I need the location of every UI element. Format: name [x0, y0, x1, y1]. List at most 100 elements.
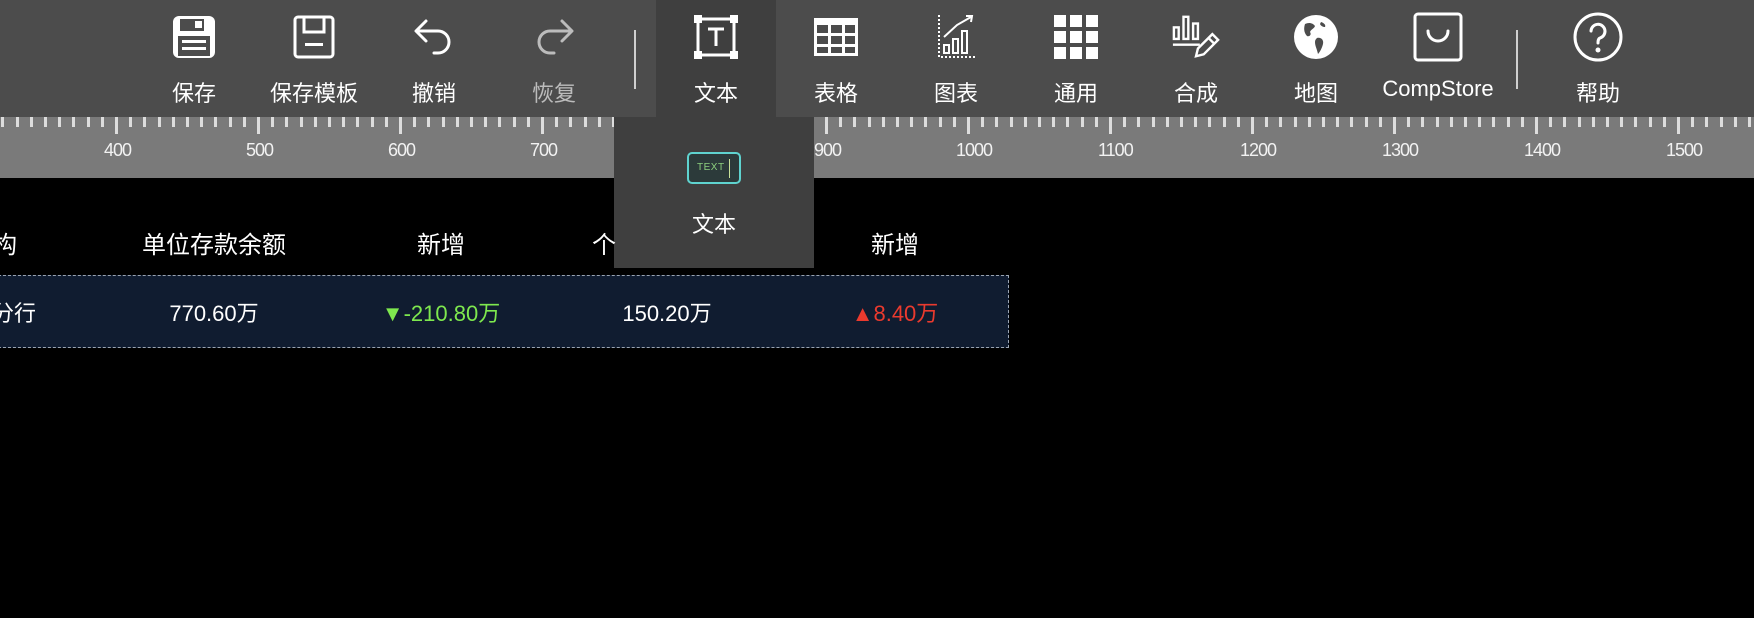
ruler-minor-tick: [526, 117, 530, 127]
save-template-button[interactable]: 保存模板: [264, 0, 364, 117]
ruler-minor-tick: [413, 117, 417, 127]
ruler-minor-tick: [1506, 117, 1510, 127]
ruler-minor-tick: [1222, 117, 1226, 127]
ruler-minor-tick: [129, 117, 133, 127]
ruler-minor-tick: [44, 117, 47, 127]
ruler-minor-tick: [1, 117, 5, 127]
main-toolbar: 保存 保存模板 撤销 恢复 文本 表格 图表 通用 合成 地图 CompStor…: [0, 0, 1754, 117]
ruler-minor-tick: [1208, 117, 1212, 127]
ruler-label: 900: [814, 140, 842, 160]
ruler-minor-tick: [1705, 117, 1709, 127]
ruler-minor-tick: [370, 117, 374, 127]
ruler-minor-tick: [1293, 117, 1297, 127]
ruler-minor-tick: [1052, 117, 1056, 127]
up-triangle-icon: ▲: [851, 301, 874, 326]
ruler-minor-tick: [498, 117, 502, 127]
ruler-major-tick: [257, 117, 260, 134]
save-button[interactable]: 保存: [164, 0, 224, 117]
undo-arrow-icon: [409, 12, 459, 62]
general-tool-button[interactable]: 通用: [1046, 0, 1106, 117]
cell-org: 分行: [0, 301, 37, 326]
ruler-label: 1300: [1382, 140, 1419, 160]
ruler-minor-tick: [1662, 117, 1666, 127]
ruler-minor-tick: [1748, 117, 1751, 127]
ruler-minor-tick: [1563, 117, 1567, 127]
ruler-minor-tick: [981, 117, 985, 127]
ruler-minor-tick: [583, 117, 587, 127]
ruler-minor-tick: [1123, 117, 1127, 127]
table-tool-label: 表格: [813, 81, 858, 106]
ruler-minor-tick: [1180, 117, 1183, 127]
map-tool-button[interactable]: 地图: [1286, 0, 1346, 117]
ruler-minor-tick: [200, 117, 204, 127]
undo-button[interactable]: 撤销: [404, 0, 464, 117]
ruler-minor-tick: [995, 117, 999, 127]
chart-pencil-icon: [1171, 12, 1221, 62]
ruler-label: 500: [246, 140, 274, 160]
ruler-minor-tick: [1137, 117, 1141, 127]
text-chip-label: TEXT: [697, 162, 725, 173]
ruler-minor-tick: [952, 117, 956, 127]
help-button[interactable]: 帮助: [1568, 0, 1628, 117]
ruler-minor-tick: [555, 117, 559, 127]
globe-icon: [1291, 12, 1341, 62]
ruler-minor-tick: [186, 117, 189, 127]
ruler-major-tick: [967, 117, 970, 134]
ruler-minor-tick: [1421, 117, 1425, 127]
ruler-major-tick: [399, 117, 402, 134]
ruler-major-tick: [1109, 117, 1112, 134]
floppy-disk-outline-icon: [289, 12, 339, 62]
ruler-minor-tick: [1464, 117, 1467, 127]
ruler-minor-tick: [1407, 117, 1411, 127]
ruler-minor-tick: [157, 117, 161, 127]
ruler-minor-tick: [1094, 117, 1098, 127]
ruler-minor-tick: [1606, 117, 1609, 127]
ruler-minor-tick: [1478, 117, 1482, 127]
ruler-minor-tick: [924, 117, 928, 127]
ruler-minor-tick: [427, 117, 431, 127]
shopping-bag-icon: [1413, 12, 1463, 62]
table-header-personal-change: 新增: [871, 232, 919, 259]
ruler-minor-tick: [285, 117, 289, 127]
bar-chart-trend-icon: [931, 12, 981, 62]
ruler-minor-tick: [1364, 117, 1368, 127]
map-tool-label: 地图: [1293, 81, 1338, 106]
ruler-minor-tick: [58, 117, 62, 127]
text-tool-button[interactable]: 文本: [656, 0, 776, 117]
compose-tool-button[interactable]: 合成: [1166, 0, 1226, 117]
unit-change-value: -210.80万: [403, 301, 501, 326]
ruler-minor-tick: [1165, 117, 1169, 127]
ruler-minor-tick: [328, 117, 331, 127]
down-triangle-icon: ▼: [381, 301, 404, 326]
text-input-icon: TEXT: [687, 152, 741, 184]
ruler-minor-tick: [597, 117, 601, 127]
cell-unit-change: ▼-210.80万: [382, 296, 500, 328]
ruler-minor-tick: [384, 117, 388, 127]
ruler-minor-tick: [1492, 117, 1496, 127]
ruler-major-tick: [1677, 117, 1680, 134]
nine-grid-icon: [1051, 12, 1101, 62]
compstore-button[interactable]: CompStore: [1376, 0, 1500, 117]
save-template-label: 保存模板: [269, 81, 358, 106]
dropdown-item-text[interactable]: TEXT 文本: [614, 117, 814, 268]
ruler-minor-tick: [881, 117, 885, 127]
ruler-label: 1200: [1240, 140, 1277, 160]
ruler-minor-tick: [1307, 117, 1311, 127]
text-cursor-icon: [729, 159, 733, 178]
compose-tool-label: 合成: [1173, 81, 1218, 106]
ruler-label: 400: [104, 140, 132, 160]
ruler-minor-tick: [1733, 117, 1737, 127]
ruler-minor-tick: [1279, 117, 1283, 127]
ruler-minor-tick: [1151, 117, 1155, 127]
ruler-minor-tick: [938, 117, 942, 127]
chart-tool-button[interactable]: 图表: [926, 0, 986, 117]
table-tool-button[interactable]: 表格: [806, 0, 866, 117]
ruler-minor-tick: [313, 117, 317, 127]
ruler-label: 1400: [1524, 140, 1561, 160]
ruler-major-tick: [825, 117, 828, 134]
redo-button[interactable]: 恢复: [524, 0, 584, 117]
ruler-minor-tick: [271, 117, 275, 127]
ruler-minor-tick: [1577, 117, 1581, 127]
text-frame-icon: [691, 12, 741, 62]
ruler-minor-tick: [342, 117, 346, 127]
